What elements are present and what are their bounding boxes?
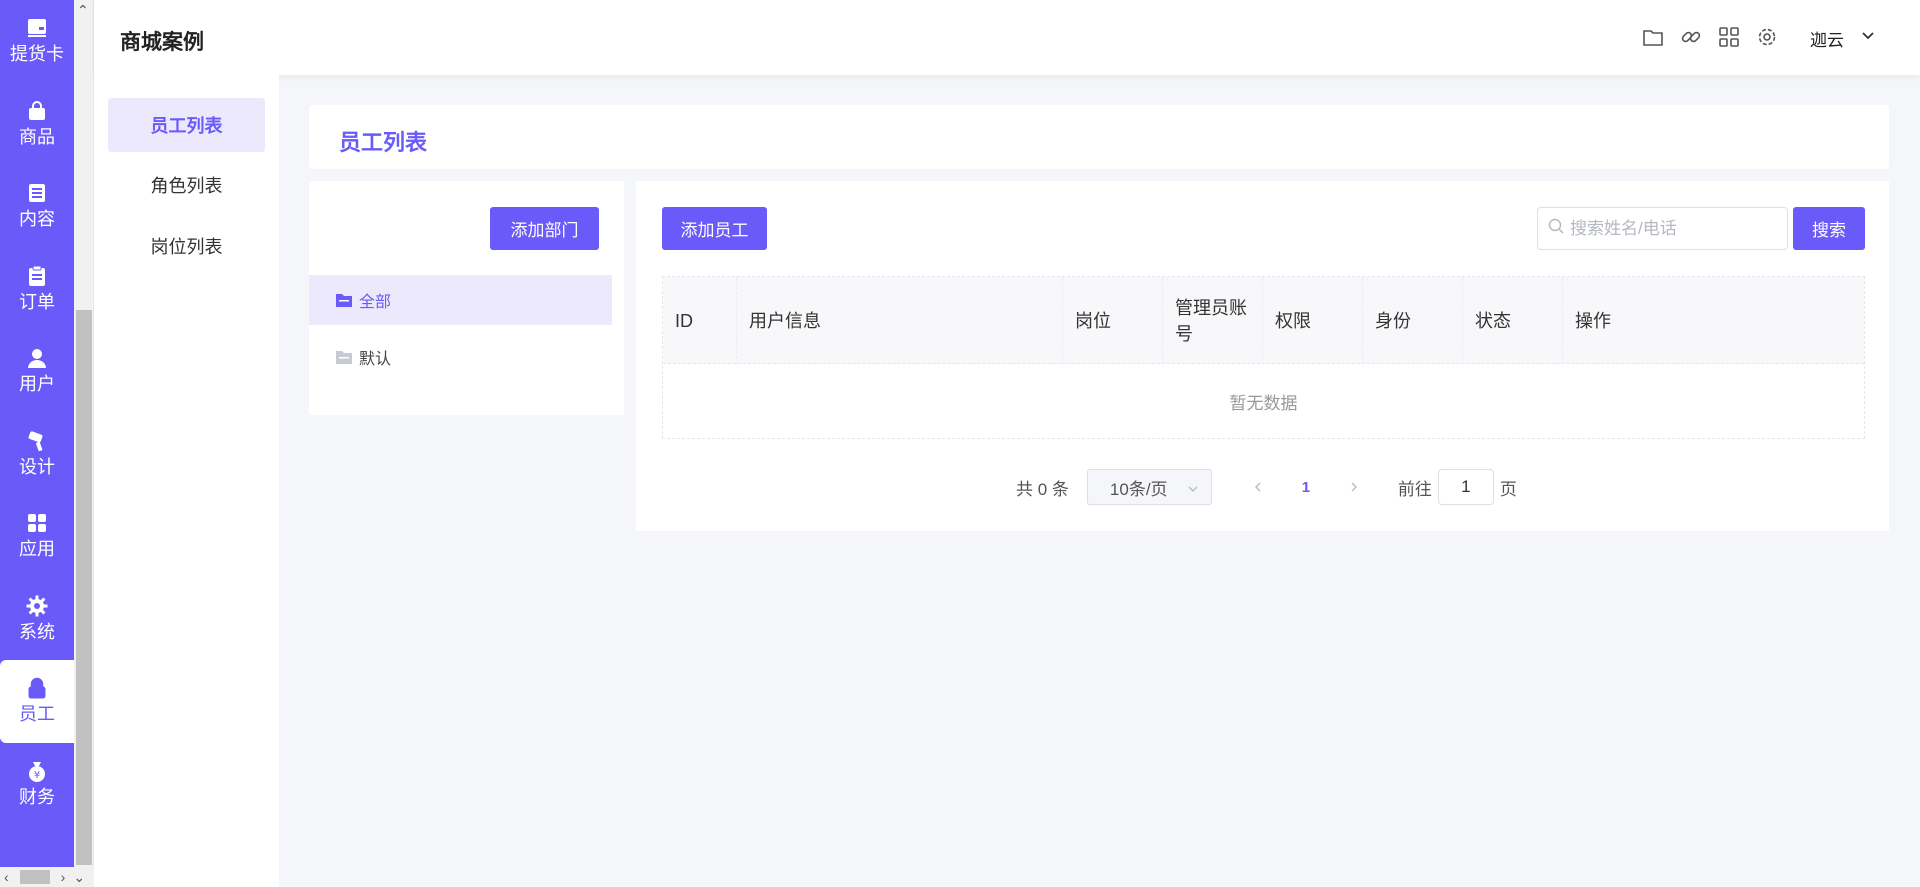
sidebar-item-label: 财务 [19,786,55,807]
horizontal-scrollbar[interactable]: ‹ › ⌄ [0,867,94,887]
folder-icon[interactable] [1640,24,1666,50]
employee-table: ID 用户信息 岗位 管理员账号 权限 身份 状态 操作 暂无数据 [662,276,1865,439]
gear-icon [26,595,48,617]
sidebar-item-pickup-card[interactable]: 提货卡 [0,0,74,83]
employee-panel: 添加员工 搜索 ID 用户信息 岗位 管理员账号 权限 身份 状态 操作 暂无数… [636,181,1889,531]
subnav-item-staff-list[interactable]: 员工列表 [108,98,265,152]
sidebar-item-label: 提货卡 [10,44,64,65]
scroll-up-icon[interactable]: ⌃ [77,2,89,19]
goto-page-input[interactable] [1437,469,1494,505]
sidebar-item-staff[interactable]: 员工 [0,660,74,743]
sidebar-item-label: 系统 [19,621,55,642]
search-icon [1548,218,1564,239]
table-header: ID 用户信息 岗位 管理员账号 权限 身份 状态 操作 [663,277,1864,364]
money-bag-icon: ¥ [26,760,48,782]
search-input[interactable] [1570,218,1780,239]
column-header-identity: 身份 [1363,277,1463,364]
sidebar-item-goods[interactable]: 商品 [0,83,74,166]
column-header-position: 岗位 [1063,277,1163,364]
link-icon[interactable] [1678,24,1704,50]
department-item-default[interactable]: 默认 [309,332,612,382]
username[interactable]: 迦云 [1810,26,1844,51]
page-size-value: 10条/页 [1109,479,1168,499]
column-header-permission: 权限 [1263,277,1363,364]
folder-icon [335,292,353,308]
sidebar-item-label: 设计 [19,456,55,477]
current-page[interactable]: 1 [1276,479,1336,496]
sidebar-item-label: 应用 [19,539,55,560]
svg-text:¥: ¥ [34,770,40,781]
sidebar-item-label: 用户 [19,374,55,395]
column-header-user-info: 用户信息 [737,277,1063,364]
sidebar-item-design[interactable]: 设计 [0,413,74,496]
sidebar-item-orders[interactable]: 订单 [0,248,74,331]
brush-icon [26,430,48,452]
column-header-id: ID [663,277,737,364]
department-label: 默认 [359,351,392,368]
chevron-down-icon[interactable]: ⌄ [73,869,85,886]
sidebar-item-content[interactable]: 内容 [0,165,74,248]
page-size-select[interactable]: 10条/页 [1086,469,1212,505]
department-label: 全部 [359,294,392,311]
settings-icon[interactable] [1754,24,1780,50]
add-department-button[interactable]: 添加部门 [490,207,599,250]
department-panel: 添加部门 全部 默认 [309,181,624,415]
top-header: 商城案例 迦云 [94,0,1920,75]
column-header-admin-account: 管理员账号 [1163,277,1263,364]
sidebar-item-users[interactable]: 用户 [0,330,74,413]
subnav-item-position-list[interactable]: 岗位列表 [108,219,265,273]
grid-icon [26,512,48,534]
card-icon [26,17,48,39]
chevron-down-icon[interactable] [1860,27,1876,48]
app-title: 商城案例 [120,31,204,54]
sidebar-item-label: 商品 [19,126,55,147]
subnav-item-role-list[interactable]: 角色列表 [108,158,265,212]
sub-sidebar: 员工列表 角色列表 岗位列表 [94,75,279,887]
sidebar-item-system[interactable]: 系统 [0,578,74,661]
column-header-status: 状态 [1463,277,1563,364]
prev-page-icon[interactable] [1240,469,1276,505]
scroll-right-icon[interactable]: › [61,869,66,885]
sidebar-item-apps[interactable]: 应用 [0,495,74,578]
next-page-icon[interactable] [1336,469,1372,505]
user-icon [26,347,48,369]
chevron-down-icon [1187,480,1199,500]
page-unit-label: 页 [1499,479,1517,499]
goto-label: 前往 [1397,479,1432,499]
page-title: 员工列表 [339,130,428,155]
lock-icon [26,677,48,699]
department-item-all[interactable]: 全部 [309,275,612,325]
add-employee-button[interactable]: 添加员工 [662,207,767,250]
clipboard-icon [26,265,48,287]
apps-icon[interactable] [1716,24,1742,50]
scrollbar-thumb[interactable] [76,310,92,865]
sidebar-item-finance[interactable]: ¥ 财务 [0,743,74,826]
bag-icon [26,100,48,122]
sidebar-item-label: 内容 [19,209,55,230]
column-header-actions: 操作 [1575,310,1611,331]
search-button[interactable]: 搜索 [1793,207,1865,250]
empty-state-text: 暂无数据 [1229,393,1298,413]
scrollbar-thumb[interactable] [20,870,50,884]
vertical-scrollbar[interactable]: ⌃ [74,0,94,887]
page-title-card: 员工列表 [309,105,1889,169]
scroll-left-icon[interactable]: ‹ [4,869,9,885]
total-count: 共 0 条 [1016,479,1069,499]
pagination: 共 0 条 10条/页 1 前往 页 [1016,469,1517,505]
main-sidebar: 提货卡 商品 内容 订单 用户 设计 应用 系统 员工 ¥ 财务 [0,0,74,887]
sidebar-item-label: 员工 [19,704,55,725]
list-icon [26,182,48,204]
search-box[interactable] [1537,207,1788,250]
sidebar-item-label: 订单 [19,291,55,312]
folder-icon [335,349,353,365]
